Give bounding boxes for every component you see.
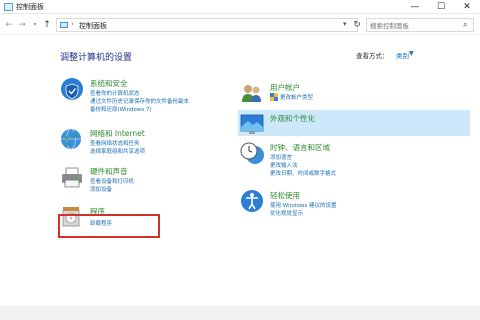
category-hardware-sound: 硬件和声音 查看设备和打印机 添加设备	[60, 164, 230, 200]
printer-icon[interactable]	[60, 164, 86, 190]
window-title: 控制面板	[16, 3, 44, 11]
chevron-down-icon[interactable]: ▼	[409, 50, 414, 57]
link-file-history-backup[interactable]: 通过文件历史记录保存你的文件备份副本	[90, 97, 189, 105]
up-arrow-icon[interactable]: ↑	[42, 19, 52, 31]
back-arrow-icon[interactable]: ←	[4, 19, 14, 31]
address-bar[interactable]: › 控制面板 ▾	[56, 18, 358, 32]
address-dropdown-icon[interactable]: ▾	[343, 20, 347, 28]
link-devices-printers[interactable]: 查看设备和打印机	[90, 177, 134, 185]
maximize-button[interactable]: ☐	[428, 0, 454, 14]
uninstall-highlight-box	[58, 214, 160, 238]
category-heading-appearance[interactable]: 外观和个性化	[270, 113, 315, 124]
breadcrumb-control-panel[interactable]: 控制面板	[79, 21, 107, 31]
recent-locations-chevron-icon[interactable]: ▾	[30, 19, 40, 31]
category-heading-ease-of-access[interactable]: 轻松使用	[270, 190, 300, 201]
view-by-value[interactable]: 类别	[396, 50, 409, 60]
forward-arrow-icon[interactable]: →	[17, 19, 27, 31]
link-windows-recommended-settings[interactable]: 使用 Windows 建议的设置	[270, 201, 337, 209]
search-box[interactable]: ⌕	[366, 18, 474, 32]
link-view-network-status[interactable]: 查看网络状态和任务	[90, 139, 140, 147]
title-bar: 控制面板 — ☐ ✕	[0, 0, 480, 14]
category-system-security: 系统和安全 查看你的计算机状态 通过文件历史记录保存你的文件备份副本 备份和还原…	[60, 76, 230, 126]
close-button[interactable]: ✕	[454, 0, 480, 14]
control-panel-small-icon	[60, 22, 68, 28]
category-clock-language-region: 时钟、语言和区域 添加语言 更改输入法 更改日期、时间或数字格式	[240, 140, 460, 184]
globe-icon[interactable]	[60, 126, 86, 152]
navigation-bar: ← → ▾ ↑ › 控制面板 ▾ ↻ ⌕	[0, 15, 480, 35]
category-network-internet: 网络和 Internet 查看网络状态和任务 选择家庭组和共享选项	[60, 126, 230, 162]
search-icon[interactable]: ⌕	[463, 20, 467, 30]
category-heading-user-accounts[interactable]: 用户帐户	[270, 82, 300, 93]
link-add-device[interactable]: 添加设备	[90, 185, 112, 193]
users-icon[interactable]	[240, 80, 266, 106]
link-change-account-type[interactable]: 更改帐户类型	[280, 93, 313, 101]
link-change-input-method[interactable]: 更改输入法	[270, 161, 298, 169]
accessibility-icon[interactable]	[240, 188, 266, 214]
shield-icon[interactable]	[60, 76, 86, 102]
minimize-button[interactable]: —	[402, 0, 428, 14]
link-backup-restore[interactable]: 备份和还原(Windows 7)	[90, 105, 152, 113]
category-heading-system-security[interactable]: 系统和安全	[90, 78, 128, 89]
uac-shield-icon	[270, 93, 278, 101]
link-view-computer-status[interactable]: 查看你的计算机状态	[90, 89, 140, 97]
control-panel-icon	[4, 3, 13, 11]
link-add-language[interactable]: 添加语言	[270, 153, 292, 161]
category-appearance-personalization: 外观和个性化	[240, 111, 460, 137]
category-heading-network-internet[interactable]: 网络和 Internet	[90, 128, 145, 139]
category-user-accounts: 用户帐户 更改帐户类型	[240, 80, 460, 108]
link-homegroup-sharing[interactable]: 选择家庭组和共享选项	[90, 147, 145, 155]
search-input[interactable]	[370, 20, 458, 31]
bottom-edge	[0, 306, 480, 320]
breadcrumb-separator-icon[interactable]: ›	[71, 20, 74, 28]
appearance-icon[interactable]	[240, 111, 266, 137]
category-heading-clock-language[interactable]: 时钟、语言和区域	[270, 142, 330, 153]
category-heading-hardware-sound[interactable]: 硬件和声音	[90, 166, 128, 177]
clock-icon[interactable]	[240, 140, 266, 166]
link-optimize-visual-display[interactable]: 优化视觉显示	[270, 209, 303, 217]
category-ease-of-access: 轻松使用 使用 Windows 建议的设置 优化视觉显示	[240, 188, 460, 222]
refresh-icon[interactable]: ↻	[350, 18, 364, 32]
page-title: 调整计算机的设置	[60, 53, 133, 63]
link-change-date-time-format[interactable]: 更改日期、时间或数字格式	[270, 169, 336, 177]
view-by-label: 查看方式：	[356, 52, 389, 60]
